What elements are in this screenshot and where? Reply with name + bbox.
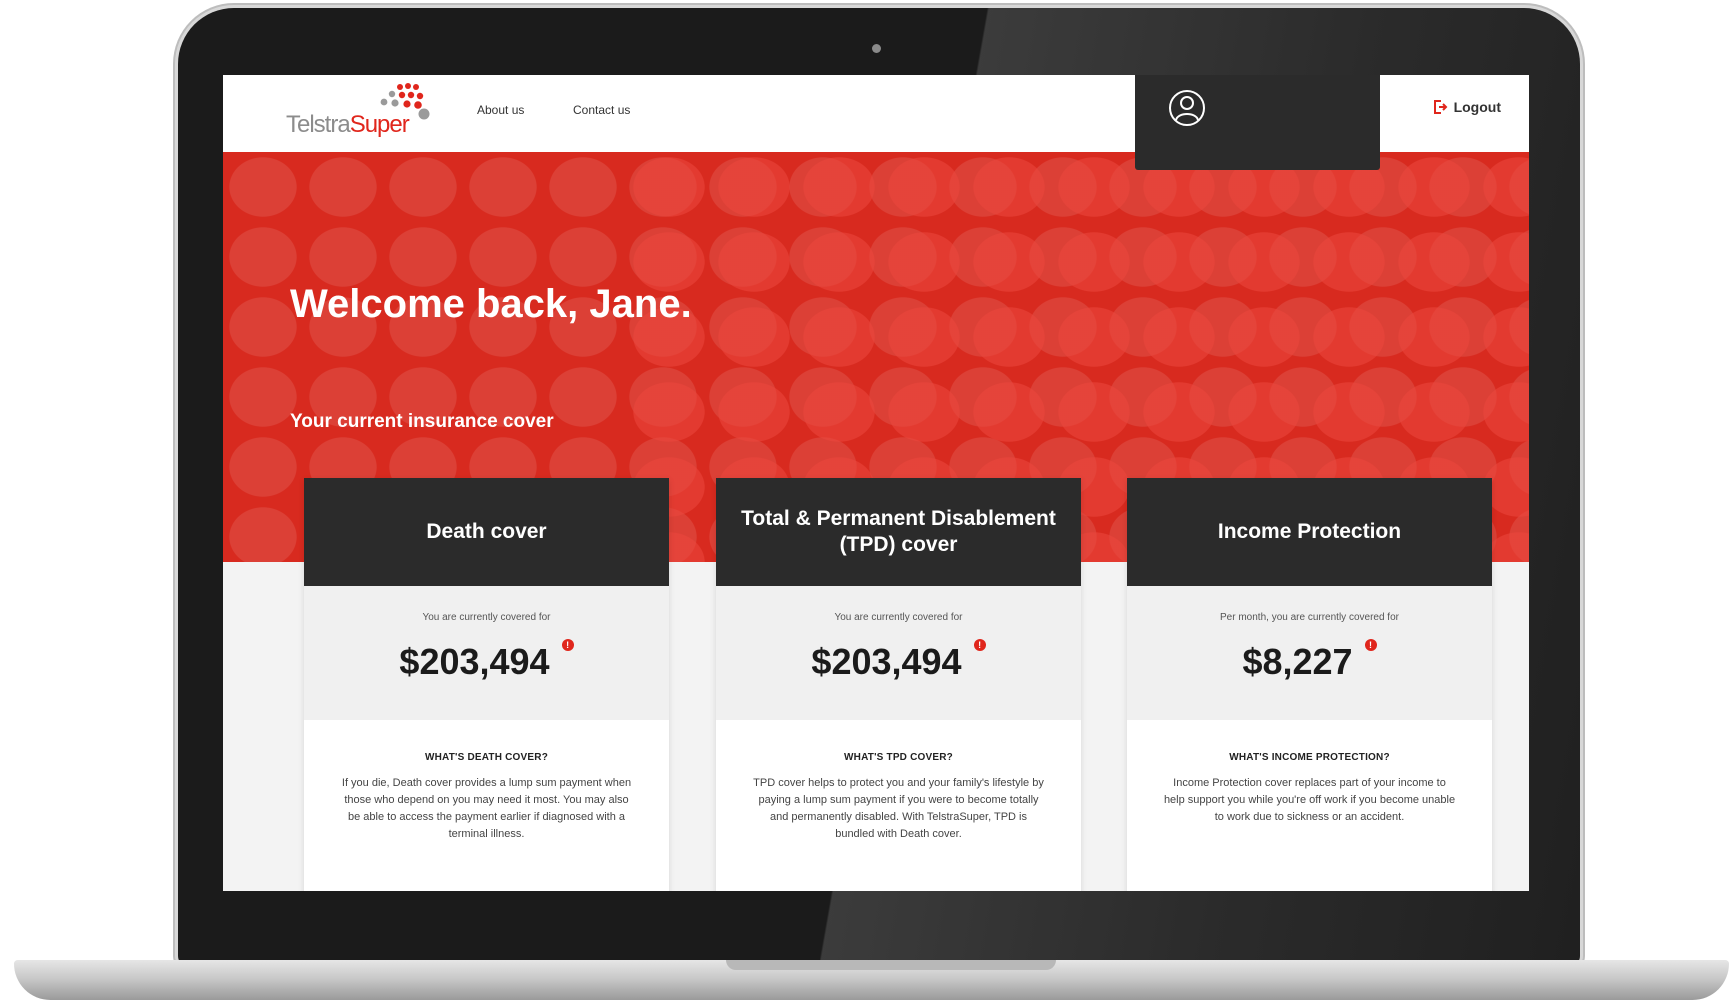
- card-body: WHAT'S INCOME PROTECTION? Income Protect…: [1127, 720, 1492, 826]
- card-header: Income Protection: [1127, 478, 1492, 586]
- info-icon[interactable]: !: [1364, 639, 1377, 651]
- death-cover-card: Death cover You are currently covered fo…: [304, 478, 669, 891]
- telstrasuper-logo[interactable]: TelstraSuper: [286, 81, 446, 145]
- insurance-cover-heading: Your current insurance cover: [290, 411, 554, 432]
- tpd-cover-card: Total & Permanent Disablement (TPD) cove…: [716, 478, 1081, 891]
- info-icon[interactable]: !: [973, 639, 986, 651]
- app-screen: TelstraSuper About us Contact us Logout: [223, 75, 1529, 891]
- card-description: TPD cover helps to protect you and your …: [753, 777, 1044, 840]
- card-body: WHAT'S DEATH COVER? If you die, Death co…: [304, 720, 669, 843]
- amount-row: $203,494 !: [399, 639, 574, 683]
- card-question: WHAT'S INCOME PROTECTION?: [1229, 752, 1390, 763]
- card-caption: You are currently covered for: [834, 612, 963, 623]
- card-amount-box: You are currently covered for $203,494 !: [716, 586, 1081, 720]
- logout-icon: [1433, 100, 1447, 114]
- card-amount: $8,227: [1242, 641, 1353, 682]
- card-amount-box: You are currently covered for $203,494 !: [304, 586, 669, 720]
- card-amount-box: Per month, you are currently covered for…: [1127, 586, 1492, 720]
- camera: [872, 44, 881, 53]
- card-title: Income Protection: [1217, 519, 1402, 543]
- user-profile-tab[interactable]: [1135, 75, 1380, 170]
- card-question: WHAT'S TPD COVER?: [844, 752, 953, 763]
- card-title: Total & Permanent Disablement (TPD) cove…: [741, 506, 1056, 556]
- logo-telstra-text: Telstra: [286, 111, 351, 138]
- top-navigation: TelstraSuper About us Contact us Logout: [223, 75, 1529, 170]
- card-caption: Per month, you are currently covered for: [1220, 612, 1399, 623]
- logo-super-text: Super: [349, 111, 410, 138]
- card-caption: You are currently covered for: [422, 612, 551, 623]
- user-profile-icon: [1169, 90, 1205, 126]
- card-amount: $203,494: [399, 641, 550, 682]
- logout-button[interactable]: Logout: [1432, 99, 1501, 115]
- card-description: Income Protection cover replaces part of…: [1163, 777, 1456, 823]
- card-body: WHAT'S TPD COVER? TPD cover helps to pro…: [716, 720, 1081, 843]
- logout-label: Logout: [1453, 99, 1501, 115]
- card-question: WHAT'S DEATH COVER?: [424, 752, 549, 763]
- nav-about-us[interactable]: About us: [477, 103, 524, 117]
- welcome-heading: Welcome back, Jane.: [290, 282, 692, 326]
- card-amount: $203,494: [811, 641, 962, 682]
- card-header: Death cover: [304, 478, 669, 586]
- amount-row: $203,494 !: [811, 639, 986, 683]
- laptop-base: [14, 960, 1729, 1000]
- logo-wordmark: TelstraSuper: [286, 111, 410, 139]
- base-notch: [726, 960, 1056, 970]
- laptop-mockup: TelstraSuper About us Contact us Logout: [0, 0, 1729, 1003]
- amount-row: $8,227 !: [1242, 639, 1377, 683]
- card-title: Death cover: [426, 519, 547, 543]
- card-header: Total & Permanent Disablement (TPD) cove…: [716, 478, 1081, 586]
- info-icon[interactable]: !: [561, 639, 574, 651]
- nav-contact-us[interactable]: Contact us: [573, 103, 630, 117]
- income-protection-card: Income Protection Per month, you are cur…: [1127, 478, 1492, 891]
- card-description: If you die, Death cover provides a lump …: [341, 777, 632, 840]
